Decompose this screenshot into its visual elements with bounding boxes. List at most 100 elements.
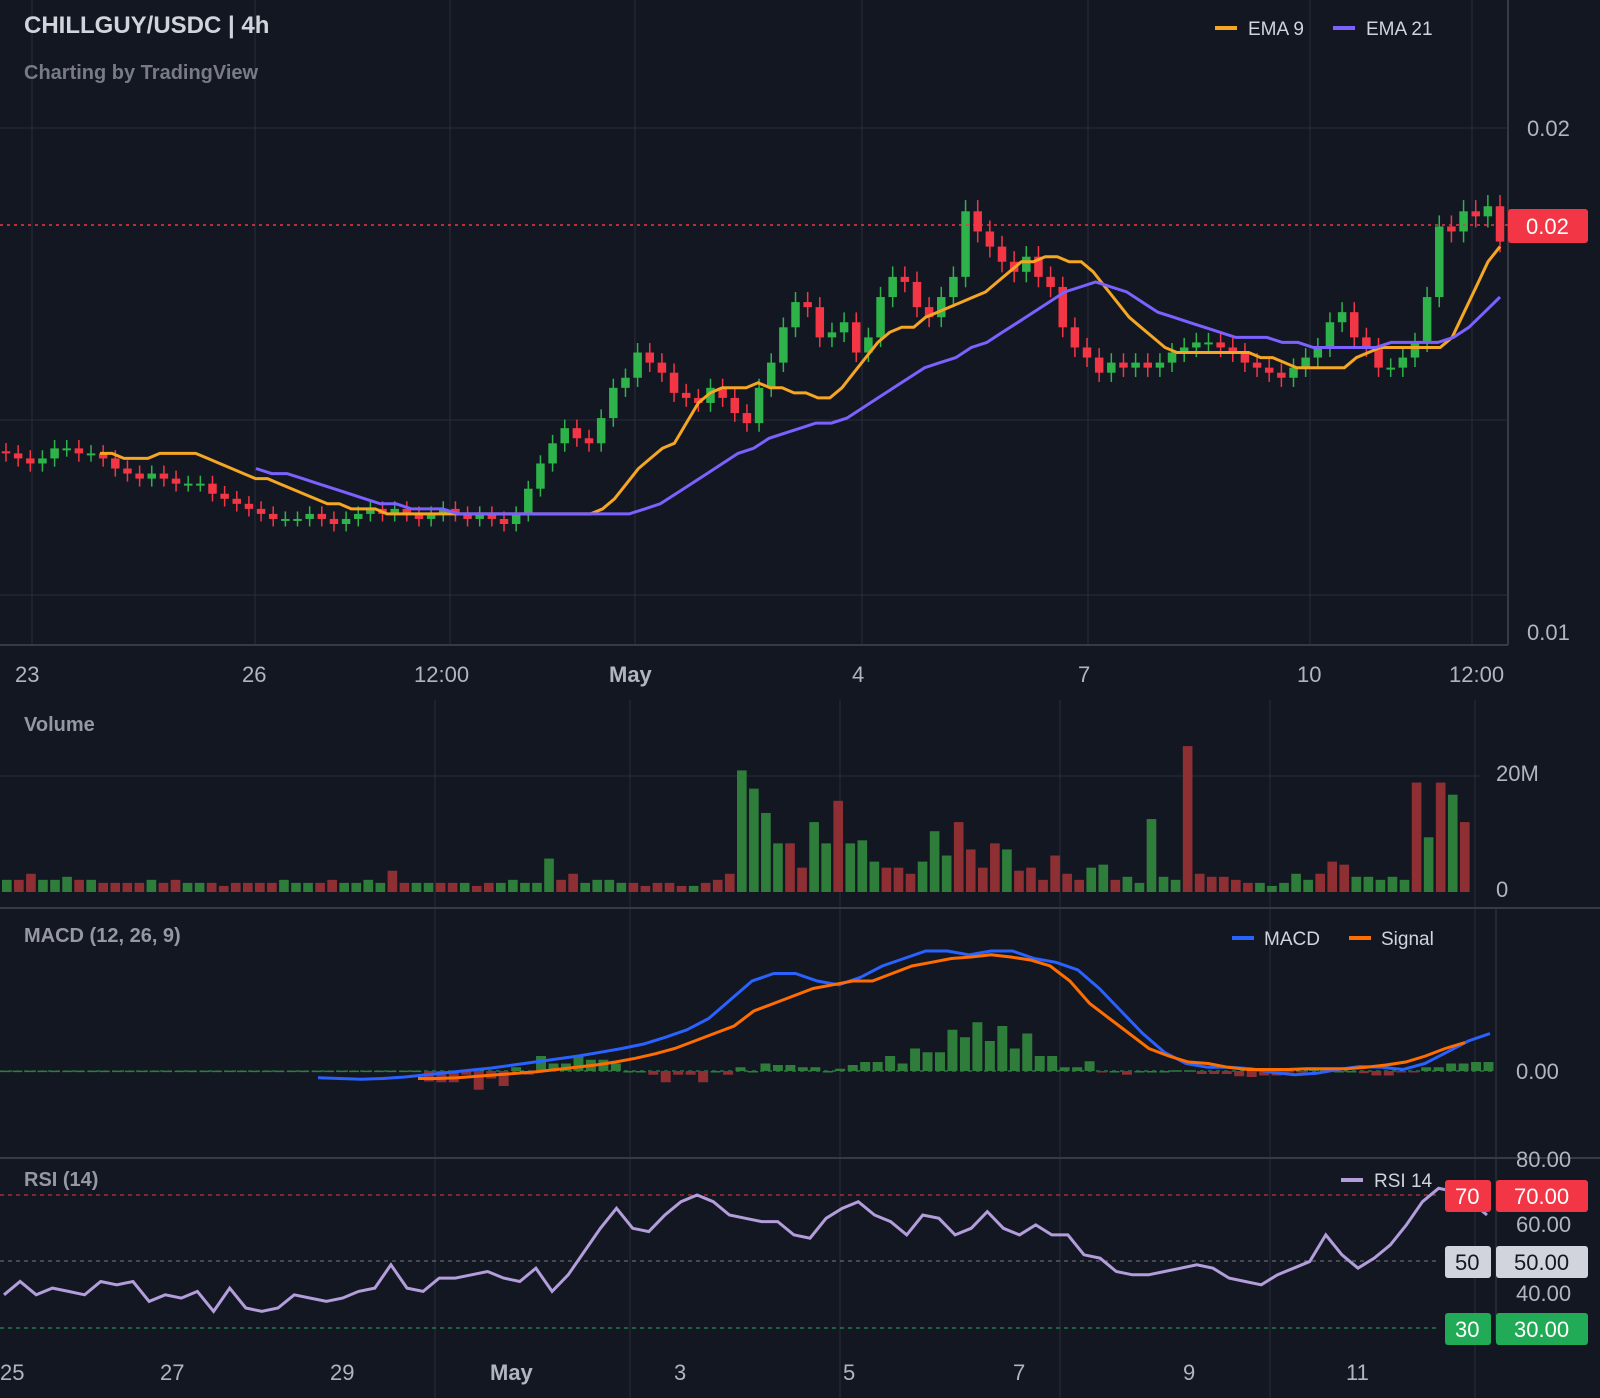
- price-candle: [633, 352, 642, 378]
- macd-histogram-bar: [959, 1037, 970, 1071]
- macd-histogram-bar: [1122, 1071, 1132, 1075]
- price-candle: [766, 362, 776, 388]
- volume-bar: [1086, 867, 1097, 892]
- volume-bar: [74, 879, 84, 892]
- chart-canvas[interactable]: CHILLGUY/USDC | 4h Charting by TradingVi…: [0, 0, 1600, 1398]
- price-candle: [961, 211, 970, 277]
- price-candle: [754, 387, 764, 424]
- price-x-tick: 10: [1297, 662, 1321, 687]
- price-candle: [912, 281, 922, 308]
- price-candle: [1277, 372, 1286, 378]
- macd-histogram-bar: [1047, 1056, 1058, 1071]
- volume-bar: [291, 882, 301, 892]
- volume-bar: [411, 882, 422, 892]
- macd-histogram-bar: [99, 1070, 110, 1073]
- macd-histogram-bar: [1408, 1071, 1419, 1073]
- chart-title: CHILLGUY/USDC | 4h: [24, 12, 269, 39]
- macd-histogram-bar: [947, 1029, 958, 1071]
- volume-bar: [1134, 882, 1145, 892]
- macd-histogram-bar: [1184, 1070, 1195, 1072]
- volume-bar: [363, 879, 374, 892]
- volume-tick-20m: 20M: [1496, 761, 1539, 786]
- price-candle: [1483, 206, 1493, 217]
- volume-bar: [62, 876, 72, 892]
- volume-bar: [1170, 879, 1181, 892]
- volume-bar: [628, 882, 639, 892]
- rsi-legend-label: RSI 14: [1374, 1171, 1433, 1192]
- macd-histogram-bar: [336, 1070, 347, 1073]
- price-candle: [548, 443, 557, 464]
- macd-histogram-bar: [124, 1070, 135, 1073]
- macd-histogram-bar: [1383, 1071, 1394, 1076]
- volume-bar: [1158, 876, 1169, 892]
- macd-histogram-bar: [299, 1070, 310, 1073]
- macd-histogram-bar: [797, 1067, 808, 1071]
- price-candle: [803, 302, 812, 308]
- rsi-badge-50-right-label: 50.00: [1514, 1250, 1569, 1275]
- macd-histogram-bar: [1022, 1033, 1033, 1071]
- volume-bar: [303, 882, 313, 892]
- volume-bar: [1231, 879, 1241, 892]
- macd-histogram-bar: [398, 1070, 409, 1073]
- macd-histogram-bar: [1284, 1071, 1295, 1073]
- price-candle: [268, 513, 278, 519]
- price-candle: [1362, 337, 1371, 348]
- price-candle: [681, 392, 691, 398]
- price-candle: [171, 478, 181, 484]
- macd-histogram-bar: [137, 1070, 148, 1073]
- macd-histogram-bar: [1246, 1071, 1257, 1077]
- macd-histogram-bar: [149, 1070, 160, 1073]
- volume-bar: [98, 882, 109, 892]
- rsi-badge-50-left-label: 50: [1455, 1250, 1479, 1275]
- macd-histogram-bar: [1009, 1048, 1020, 1071]
- macd-histogram-bar: [0, 1070, 10, 1073]
- macd-histogram-bar: [24, 1070, 35, 1073]
- price-candle: [1167, 352, 1177, 363]
- price-candle: [1022, 256, 1031, 272]
- volume-bar: [279, 879, 289, 892]
- volume-bar: [857, 840, 868, 892]
- volume-bar: [1255, 882, 1265, 892]
- macd-histogram-bar: [910, 1048, 921, 1071]
- price-candle: [159, 473, 169, 479]
- price-x-tick: 12:00: [1449, 662, 1504, 687]
- price-candle: [876, 297, 885, 338]
- chart-subtitle: Charting by TradingView: [24, 62, 259, 84]
- rsi-badges: 70 70.00 50 50.00 30 30.00: [1445, 1180, 1588, 1345]
- volume-bar: [483, 882, 494, 892]
- volume-bar: [399, 882, 410, 892]
- price-candle: [341, 518, 351, 524]
- macd-histogram-bar: [997, 1026, 1008, 1071]
- rsi-x-tick: May: [490, 1360, 534, 1385]
- volume-bar: [435, 882, 446, 892]
- volume-bar: [785, 843, 795, 892]
- volume-bar: [881, 867, 892, 892]
- rsi-tick-80: 80.00: [1516, 1147, 1571, 1172]
- volume-bar: [652, 882, 663, 892]
- price-candle: [1349, 312, 1359, 338]
- volume-bar: [749, 788, 759, 892]
- volume-bar: [1399, 879, 1410, 892]
- macd-histogram-bar: [610, 1063, 621, 1071]
- volume-bar: [869, 861, 880, 892]
- volume-bar: [122, 882, 133, 892]
- rsi-badge-30-left-label: 30: [1455, 1317, 1479, 1342]
- ema21-legend-label: EMA 21: [1366, 19, 1433, 40]
- volume-bar: [1327, 861, 1338, 892]
- volume-bar: [580, 882, 590, 892]
- price-candle: [1094, 357, 1104, 373]
- macd-legend-label: MACD: [1264, 929, 1320, 950]
- volume-bar: [544, 858, 554, 892]
- macd-tick-zero: 0.00: [1516, 1059, 1559, 1084]
- macd-histogram-bar: [249, 1070, 260, 1073]
- price-candle: [244, 503, 254, 509]
- macd-histogram-bar: [1034, 1056, 1045, 1071]
- volume-bar: [1098, 864, 1109, 892]
- volume-bar: [640, 885, 651, 892]
- macd-histogram-bar: [685, 1071, 696, 1075]
- price-candle: [329, 518, 339, 524]
- volume-bar: [170, 879, 181, 892]
- volume-bar: [86, 879, 96, 892]
- volume-bar: [616, 882, 627, 892]
- macd-histogram-bar: [810, 1067, 821, 1071]
